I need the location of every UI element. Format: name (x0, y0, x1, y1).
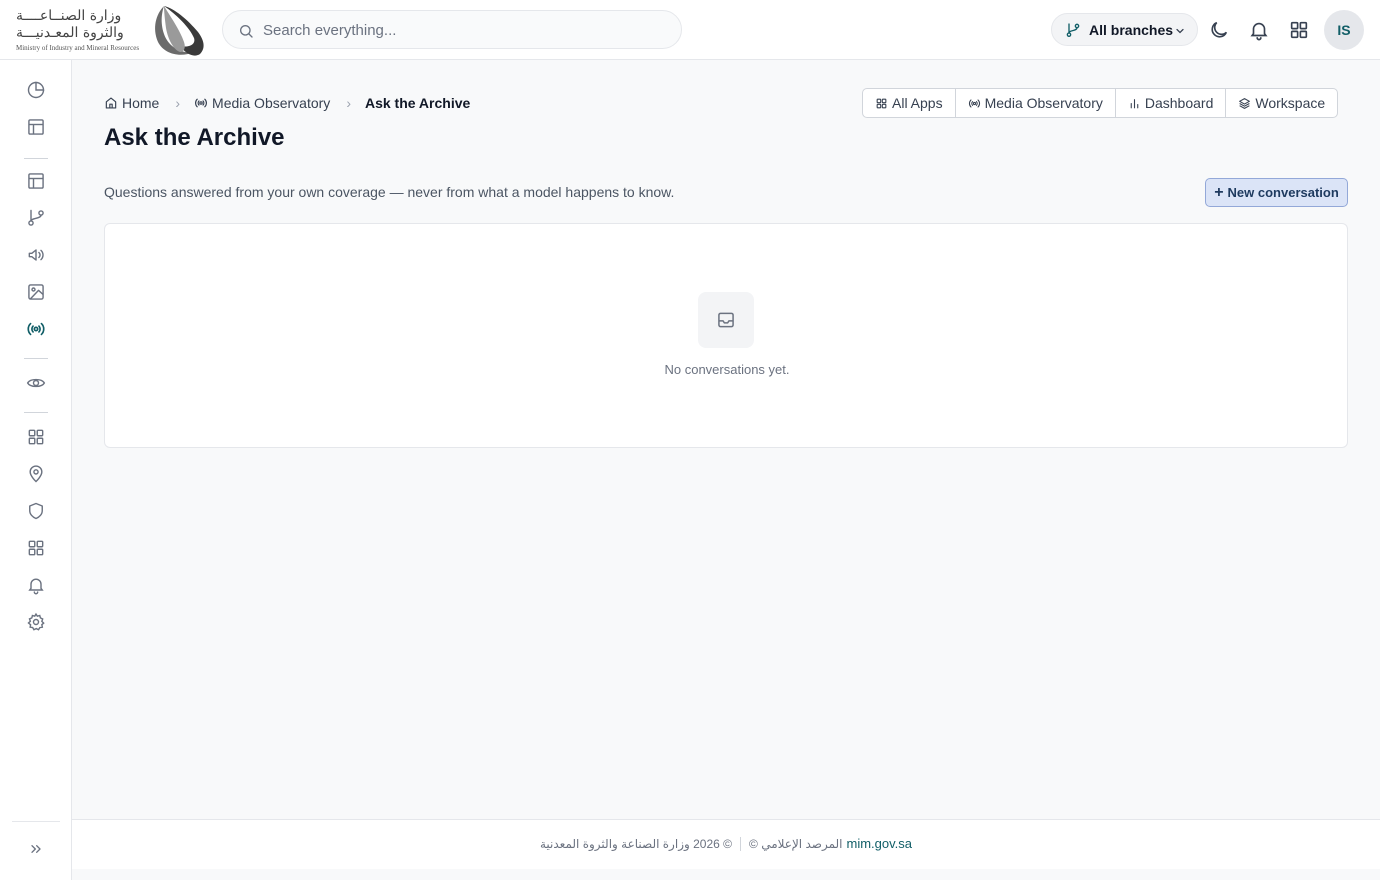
logo-arabic-line2: والثروة المعـدنيـــة (16, 25, 124, 41)
sidebar-item-analytics[interactable] (24, 78, 48, 102)
home-icon (105, 97, 117, 109)
branch-selector[interactable]: All branches (1051, 13, 1198, 46)
logo-arabic-line1: وزارة الصنــاعــــة (16, 8, 122, 24)
branch-selector-label: All branches (1089, 22, 1174, 38)
sidebar-bottom-divider (12, 821, 60, 822)
sidebar (0, 60, 72, 880)
sidebar-item-layout-1[interactable] (24, 115, 48, 139)
top-bar: وزارة الصنــاعــــة والثروة المعـدنيـــة… (0, 0, 1380, 60)
app-switcher-label: All Apps (892, 95, 943, 111)
grid-icon (876, 98, 887, 108)
breadcrumb-separator: › (346, 95, 351, 111)
layers-icon (1239, 97, 1251, 109)
bell-icon (28, 578, 44, 595)
shield-icon (29, 502, 43, 520)
apps-grid-icon[interactable] (1288, 19, 1310, 41)
sidebar-divider (24, 158, 48, 159)
pie-chart-icon (27, 81, 45, 99)
sidebar-item-modules[interactable] (24, 536, 48, 560)
megaphone-icon (28, 249, 44, 261)
logo-emblem-icon (155, 6, 204, 56)
sidebar-item-workflows[interactable] (24, 206, 48, 230)
sidebar-divider (24, 358, 48, 359)
breadcrumb-current: Ask the Archive (364, 95, 471, 111)
sidebar-item-security[interactable] (24, 499, 48, 523)
chevrons-right-icon (31, 845, 41, 853)
app-switcher-media-observatory[interactable]: Media Observatory (956, 89, 1116, 117)
footer-link[interactable]: mim.gov.sa (847, 836, 913, 851)
chevron-down-icon (1176, 28, 1184, 34)
sidebar-collapse-button[interactable] (24, 837, 48, 861)
sidebar-item-notifications[interactable] (24, 573, 48, 597)
app-switcher-label: Dashboard (1144, 95, 1214, 111)
broadcast-icon (968, 98, 980, 108)
settings-icon (27, 612, 45, 631)
eye-icon (26, 378, 46, 388)
bar-chart-icon (1130, 98, 1139, 108)
image-icon (28, 284, 44, 300)
empty-state-icon-wrap (698, 292, 754, 348)
page-subtitle: Questions answered from your own coverag… (104, 184, 675, 200)
breadcrumb: Home › Media Observatory › Ask the Archi… (104, 94, 470, 112)
conversations-panel: No conversations yet. (104, 223, 1348, 448)
search-bar[interactable] (222, 10, 682, 49)
grid-icon (28, 540, 44, 556)
logo-english-text: Ministry of Industry and Mineral Resourc… (16, 44, 140, 52)
map-pin-icon (29, 465, 43, 483)
search-input[interactable] (263, 19, 663, 41)
sidebar-item-apps[interactable] (24, 425, 48, 449)
app-switcher-dashboard[interactable]: Dashboard (1116, 89, 1227, 117)
inbox-icon (718, 312, 734, 328)
ministry-logo[interactable]: وزارة الصنــاعــــة والثروة المعـدنيـــة… (14, 2, 208, 58)
sidebar-item-layout-2[interactable] (24, 169, 48, 193)
search-icon (240, 25, 253, 38)
footer-observatory: المرصد الإعلامي © (749, 836, 843, 851)
sidebar-item-media[interactable] (24, 280, 48, 304)
breadcrumb-media-observatory[interactable]: Media Observatory (212, 95, 330, 111)
plus-icon: + (1214, 183, 1224, 201)
user-avatar[interactable]: IS (1324, 10, 1364, 50)
app-switcher-workspace[interactable]: Workspace (1226, 89, 1337, 117)
notifications-bell-icon[interactable] (1248, 19, 1270, 41)
sidebar-item-media-observatory[interactable] (24, 317, 48, 341)
git-branch-icon (28, 209, 44, 226)
sidebar-divider (24, 412, 48, 413)
app-switcher-all-apps[interactable]: All Apps (863, 89, 956, 117)
footer-copyright: © 2026 وزارة الصناعة والثروة المعدنية (539, 836, 733, 851)
footer: © 2026 وزارة الصناعة والثروة المعدنية ال… (72, 819, 1380, 869)
layout-icon (28, 119, 44, 135)
main-content: Home › Media Observatory › Ask the Archi… (72, 60, 1380, 820)
git-branch-icon (1066, 23, 1080, 37)
broadcast-icon (195, 98, 207, 108)
sidebar-item-locations[interactable] (24, 462, 48, 486)
sidebar-item-settings[interactable] (24, 610, 48, 634)
dark-mode-moon-icon[interactable] (1208, 19, 1230, 41)
app-switcher-label: Media Observatory (984, 95, 1103, 111)
broadcast-icon (27, 322, 45, 336)
new-conversation-label: New conversation (1227, 185, 1339, 200)
new-conversation-button[interactable]: + New conversation (1205, 178, 1348, 207)
app-switcher-label: Workspace (1255, 95, 1326, 111)
app-switcher: All Apps Media Observatory Dashboard Wor… (862, 88, 1339, 118)
page-title: Ask the Archive (104, 124, 285, 151)
sidebar-item-announcements[interactable] (24, 243, 48, 267)
empty-state-text: No conversations yet. (664, 362, 790, 377)
layout-icon (28, 173, 44, 189)
footer-separator (740, 836, 742, 851)
breadcrumb-home[interactable]: Home (122, 95, 159, 111)
sidebar-item-monitoring[interactable] (24, 371, 48, 395)
grid-icon (28, 429, 44, 445)
breadcrumb-separator: › (175, 95, 181, 111)
